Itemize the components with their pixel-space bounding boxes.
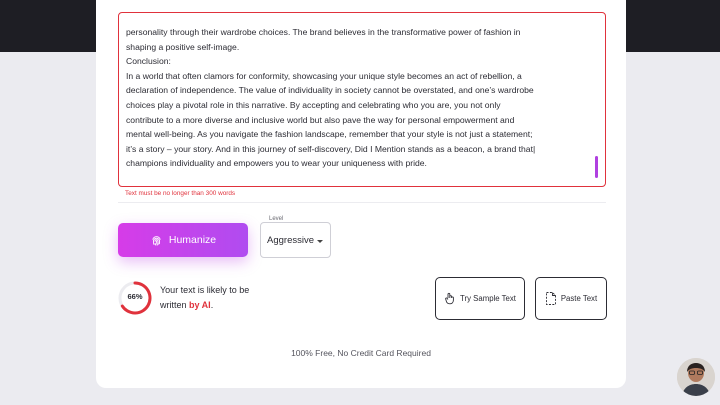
- ai-result-suffix: .: [210, 300, 214, 310]
- ai-result-prefix: written: [160, 300, 190, 310]
- paste-text-button[interactable]: Paste Text: [535, 277, 607, 320]
- ai-result-line2: written by AI.: [160, 298, 249, 313]
- ai-score-percent: 66%: [127, 292, 143, 301]
- fingerprint-icon: [152, 235, 161, 246]
- level-select[interactable]: Aggressive: [260, 222, 331, 258]
- input-text[interactable]: personality through their wardrobe choic…: [126, 25, 590, 171]
- avatar-photo: [677, 358, 715, 396]
- paste-document-icon: [545, 292, 556, 305]
- chevron-down-icon: [317, 240, 323, 243]
- ai-result-line1: Your text is likely to be: [160, 285, 250, 295]
- humanize-button[interactable]: Humanize: [118, 223, 248, 257]
- divider: [118, 201, 606, 203]
- user-avatar[interactable]: [677, 358, 715, 396]
- level-value: Aggressive: [267, 234, 314, 246]
- level-label: Level: [267, 216, 286, 222]
- paste-label: Paste Text: [560, 294, 598, 303]
- try-sample-label: Try Sample Text: [460, 294, 516, 303]
- input-textarea[interactable]: personality through their wardrobe choic…: [118, 12, 606, 187]
- ai-result-highlight: by AI: [189, 300, 211, 310]
- humanize-label: Humanize: [168, 234, 217, 246]
- try-sample-text-button[interactable]: Try Sample Text: [435, 277, 525, 320]
- ai-result-text: Your text is likely to be written by AI.: [160, 283, 249, 313]
- word-limit-error: Text must be no longer than 300 words: [125, 190, 236, 197]
- free-note: 100% Free, No Credit Card Required: [291, 348, 431, 358]
- hand-pointer-icon: [445, 292, 454, 305]
- textarea-scrollbar[interactable]: [595, 156, 598, 178]
